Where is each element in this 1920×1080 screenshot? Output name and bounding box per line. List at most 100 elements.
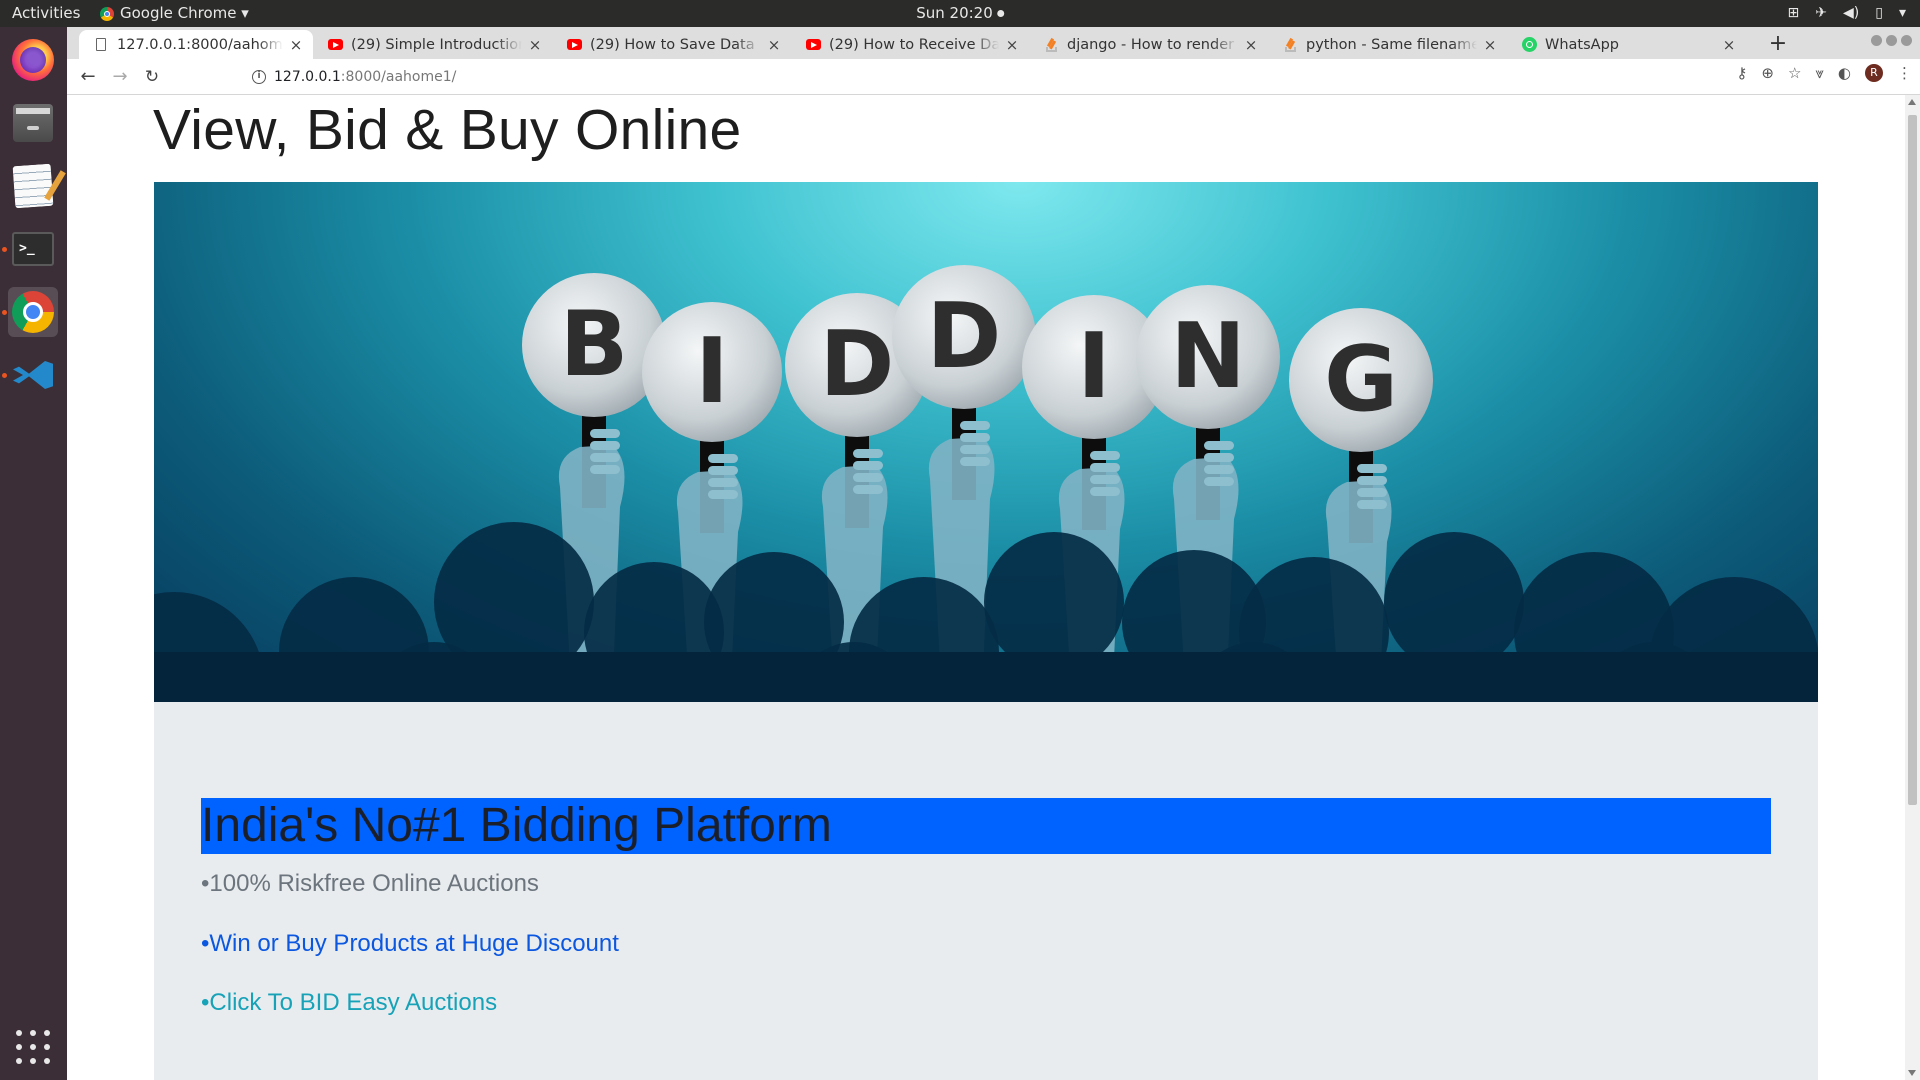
finger (960, 421, 990, 430)
page-icon (93, 37, 109, 53)
tab-close-icon[interactable]: × (1242, 36, 1260, 54)
tab-strip: 127.0.0.1:8000/aahome1/×(29) Simple Intr… (67, 27, 1920, 59)
feature-item: •Win or Buy Products at Huge Discount (201, 930, 619, 957)
finger (708, 466, 738, 475)
address-bar[interactable]: i 127.0.0.1:8000/aahome1/ (175, 62, 1715, 91)
battery-icon[interactable]: ▯ (1875, 0, 1883, 27)
bookmark-star-icon[interactable]: ☆ (1788, 64, 1801, 82)
volume-icon[interactable]: ◀) (1843, 0, 1859, 27)
finger (1090, 487, 1120, 496)
finger (1204, 453, 1234, 462)
browser-toolbar: ← → ↻ i 127.0.0.1:8000/aahome1/ ⚷ ⊕ ☆ ⩔ … (67, 59, 1920, 95)
crowd-head (984, 532, 1124, 672)
running-indicator (2, 310, 7, 315)
finger (1204, 441, 1234, 450)
dock-files[interactable] (8, 98, 58, 148)
banner-letter: D (820, 312, 895, 417)
extension-icon[interactable]: ⩔ (1815, 64, 1823, 82)
extension-2-icon[interactable]: ◐ (1838, 64, 1851, 82)
key-icon[interactable]: ⚷ (1736, 64, 1747, 82)
airplane-mode-icon[interactable]: ✈ (1815, 0, 1827, 27)
finger (1357, 500, 1387, 509)
url-path: :8000/aahome1/ (340, 68, 457, 85)
finger (1090, 463, 1120, 472)
finger (960, 445, 990, 454)
vscode-icon (13, 355, 53, 395)
tab-close-icon[interactable]: × (1003, 36, 1021, 54)
stackoverflow-icon (1282, 37, 1298, 53)
finger (1357, 476, 1387, 485)
firefox-icon (12, 39, 54, 81)
browser-window: 127.0.0.1:8000/aahome1/×(29) Simple Intr… (67, 27, 1920, 1080)
system-menu-arrow-icon[interactable]: ▾ (1899, 0, 1906, 27)
scroll-up-arrow-icon[interactable] (1908, 99, 1916, 105)
system-top-bar: Activities Google Chrome ▾ Sun 20:20 ⊞ ✈… (0, 0, 1920, 27)
finger (590, 441, 620, 450)
back-button[interactable]: ← (75, 64, 101, 90)
finger (960, 433, 990, 442)
text-editor-icon (12, 163, 54, 209)
window-controls (1871, 35, 1912, 46)
browser-tab[interactable]: (29) Simple Introduction to Django× (313, 30, 552, 59)
browser-tab[interactable]: (29) How to Save Data Input× (552, 30, 791, 59)
network-icon[interactable]: ⊞ (1788, 0, 1800, 27)
system-tray[interactable]: ⊞ ✈ ◀) ▯ ▾ (1788, 0, 1906, 27)
browser-tab[interactable]: WhatsApp × (1507, 30, 1746, 59)
banner-letter: I (1077, 314, 1111, 419)
dock-terminal[interactable]: >_ (8, 224, 58, 274)
dock-text-editor[interactable] (8, 161, 58, 211)
running-indicator (2, 373, 7, 378)
tab-title: (29) Simple Introduction to Django (351, 36, 522, 53)
browser-tab[interactable]: (29) How to Receive Data × (791, 30, 1029, 59)
dock-firefox[interactable] (8, 35, 58, 85)
crowd-head (1384, 532, 1524, 672)
dock-vscode[interactable] (8, 350, 58, 400)
finger (590, 453, 620, 462)
youtube-icon (566, 37, 582, 53)
scrollbar-thumb[interactable] (1908, 115, 1917, 805)
site-info-icon[interactable]: i (252, 69, 266, 84)
page-title: View, Bid & Buy Online (153, 98, 742, 162)
youtube-icon (327, 37, 343, 53)
clock[interactable]: Sun 20:20 (916, 0, 1004, 27)
youtube-icon (805, 37, 821, 53)
tab-close-icon[interactable]: × (287, 36, 305, 54)
forward-button[interactable]: → (107, 64, 133, 90)
scroll-down-arrow-icon[interactable] (1908, 1070, 1916, 1076)
finger (853, 449, 883, 458)
browser-tab[interactable]: django - How to render file× (1029, 30, 1268, 59)
app-menu[interactable]: Google Chrome ▾ (100, 0, 249, 27)
activities-button[interactable]: Activities (12, 0, 80, 27)
vertical-scrollbar[interactable] (1905, 95, 1920, 1080)
tab-close-icon[interactable]: × (765, 36, 783, 54)
finger (1090, 475, 1120, 484)
dock-chrome[interactable] (8, 287, 58, 337)
zoom-icon[interactable]: ⊕ (1761, 64, 1774, 82)
tab-close-icon[interactable]: × (526, 36, 544, 54)
tab-close-icon[interactable]: × (1481, 36, 1499, 54)
browser-tab[interactable]: python - Same filename in× (1268, 30, 1507, 59)
url-host: 127.0.0.1 (274, 68, 341, 85)
chrome-icon (12, 291, 54, 333)
finger (853, 461, 883, 470)
banner-letter: D (927, 284, 1002, 389)
browser-tab[interactable]: 127.0.0.1:8000/aahome1/× (79, 30, 313, 59)
terminal-icon: >_ (12, 232, 54, 266)
finger (960, 457, 990, 466)
show-applications-button[interactable] (16, 1030, 50, 1064)
tab-close-icon[interactable]: × (1720, 36, 1738, 54)
finger (853, 473, 883, 482)
close-window-button[interactable] (1901, 35, 1912, 46)
feature-item: •Click To BID Easy Auctions (201, 989, 498, 1016)
stackoverflow-icon (1043, 37, 1059, 53)
new-tab-button[interactable]: + (1764, 30, 1792, 58)
finger (1090, 451, 1120, 460)
jumbotron: India's No#1 Bidding Platform •100% Risk… (154, 702, 1818, 1080)
minimize-button[interactable] (1871, 35, 1882, 46)
maximize-button[interactable] (1886, 35, 1897, 46)
bidding-banner-image: BIDDING (154, 182, 1818, 702)
notification-dot-icon (996, 10, 1004, 17)
profile-avatar[interactable]: R (1865, 64, 1883, 82)
reload-button[interactable]: ↻ (139, 64, 165, 90)
menu-kebab-icon[interactable]: ⋮ (1897, 64, 1912, 82)
